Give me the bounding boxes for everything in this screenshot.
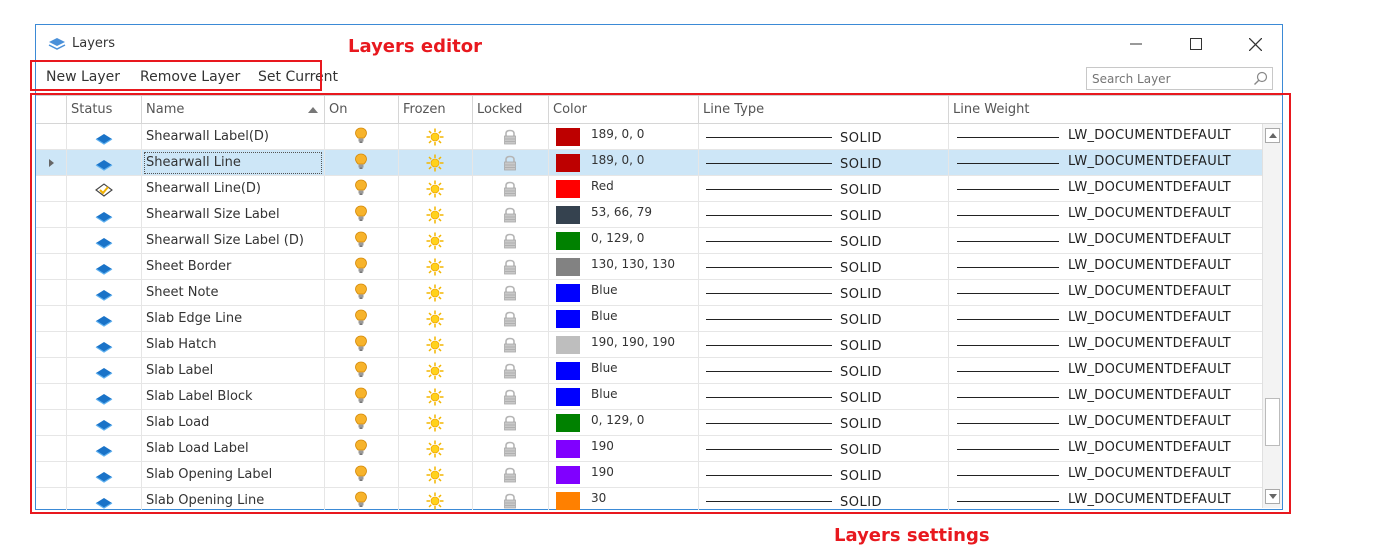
close-icon <box>1248 37 1262 51</box>
search-input[interactable] <box>1090 68 1254 90</box>
layers-settings-annotation: Layers settings <box>834 525 990 546</box>
search-icon[interactable] <box>1253 71 1268 86</box>
close-button[interactable] <box>1235 31 1275 57</box>
title-bar: Layers <box>36 25 1282 63</box>
minimize-icon <box>1130 43 1142 45</box>
layers-editor-highlight <box>30 60 322 91</box>
layers-app-icon <box>48 38 66 50</box>
window-title: Layers <box>72 36 116 51</box>
layers-editor-annotation: Layers editor <box>348 36 482 57</box>
minimize-button[interactable] <box>1116 31 1156 57</box>
maximize-icon <box>1190 38 1202 50</box>
search-box <box>1086 67 1273 90</box>
maximize-button[interactable] <box>1176 31 1216 57</box>
layers-settings-highlight <box>30 93 1291 514</box>
